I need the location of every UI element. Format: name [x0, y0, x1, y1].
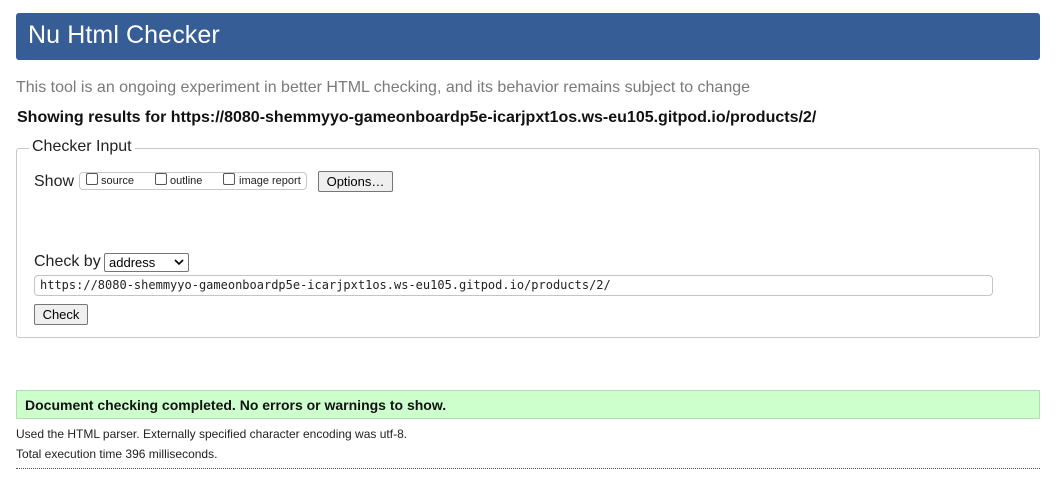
outline-checkbox-label[interactable]: outline: [170, 175, 202, 187]
success-message: Document checking completed. No errors o…: [25, 397, 447, 413]
divider: [16, 468, 1040, 469]
url-input[interactable]: https://8080-shemmyyo-gameonboardp5e-ica…: [34, 275, 993, 296]
outline-checkbox[interactable]: [155, 173, 167, 185]
page: Nu Html Checker This tool is an ongoing …: [0, 0, 1062, 484]
check-by-selected-value: address: [109, 255, 156, 270]
source-checkbox[interactable]: [86, 173, 98, 185]
source-checkbox-label[interactable]: source: [101, 175, 134, 187]
app-header: Nu Html Checker: [16, 13, 1040, 60]
execution-time: Total execution time 396 milliseconds.: [16, 447, 218, 461]
check-button[interactable]: Check: [34, 304, 88, 325]
check-by-select[interactable]: address: [104, 253, 189, 272]
success-message-box: Document checking completed. No errors o…: [16, 390, 1040, 419]
page-title: Nu Html Checker: [28, 21, 220, 49]
show-label: Show: [34, 173, 75, 190]
image-report-checkbox[interactable]: [223, 173, 235, 185]
chevron-down-icon: [174, 259, 184, 266]
checker-input-legend: Checker Input: [29, 138, 135, 156]
parser-info: Used the HTML parser. Externally specifi…: [16, 427, 408, 441]
check-by-label: Check by: [34, 253, 101, 270]
tool-disclaimer: This tool is an ongoing experiment in be…: [16, 79, 751, 96]
results-for-heading: Showing results for https://8080-shemmyy…: [17, 109, 817, 126]
options-button[interactable]: Options…: [318, 171, 393, 192]
image-report-checkbox-label[interactable]: image report: [239, 175, 301, 187]
